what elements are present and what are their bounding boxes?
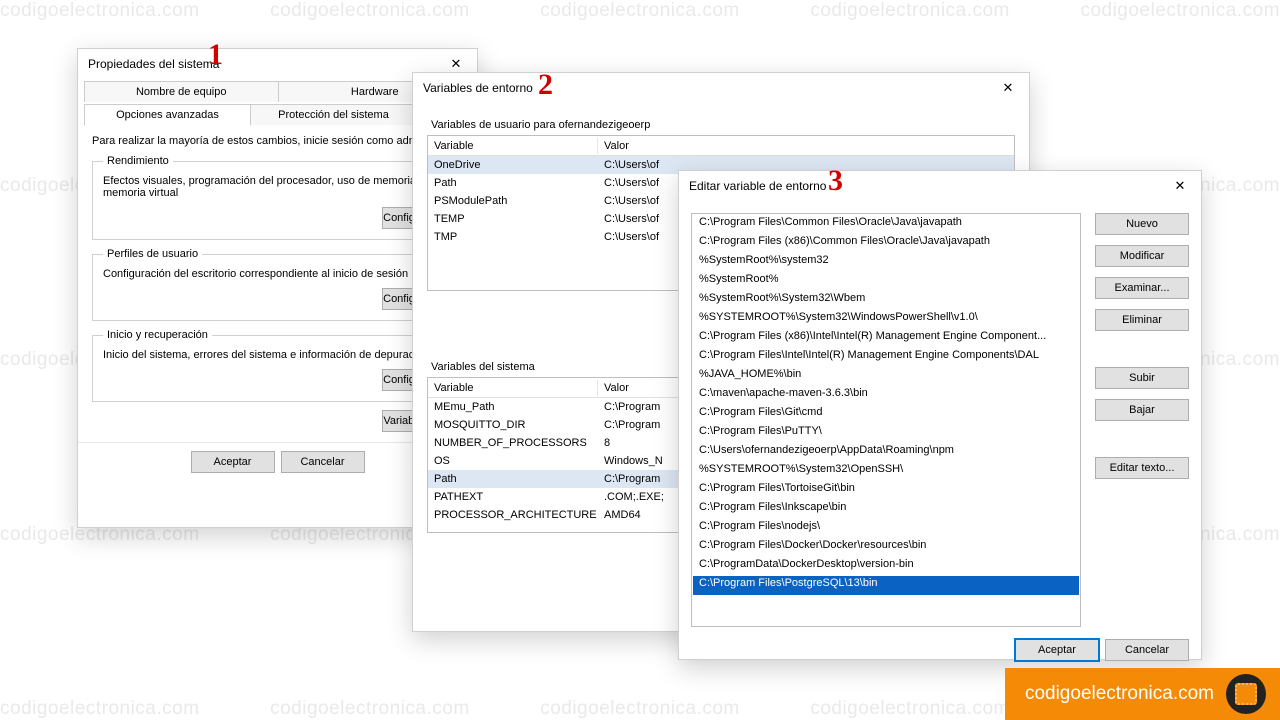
- startup-group: Inicio y recuperación Inicio del sistema…: [92, 329, 463, 402]
- close-icon[interactable]: ✕: [987, 73, 1029, 103]
- path-entry[interactable]: %SystemRoot%\System32\Wbem: [693, 291, 1079, 310]
- path-entry[interactable]: C:\Program Files\Git\cmd: [693, 405, 1079, 424]
- close-icon[interactable]: ✕: [1159, 171, 1201, 201]
- tab-computer-name[interactable]: Nombre de equipo: [84, 81, 279, 102]
- path-entry[interactable]: C:\Program Files\nodejs\: [693, 519, 1079, 538]
- move-down-button[interactable]: Bajar: [1095, 399, 1189, 421]
- path-entry[interactable]: C:\Program Files\TortoiseGit\bin: [693, 481, 1079, 500]
- dlg1-cancel-button[interactable]: Cancelar: [281, 451, 365, 473]
- dlg3-ok-button[interactable]: Aceptar: [1015, 639, 1099, 661]
- path-entry[interactable]: C:\Program Files\Docker\Docker\resources…: [693, 538, 1079, 557]
- dlg3-cancel-button[interactable]: Cancelar: [1105, 639, 1189, 661]
- tab-advanced[interactable]: Opciones avanzadas: [84, 104, 251, 126]
- annotation-2: 2: [538, 68, 553, 102]
- annotation-3: 3: [828, 164, 843, 198]
- admin-note: Para realizar la mayoría de estos cambio…: [92, 135, 463, 147]
- path-entry[interactable]: C:\Program Files (x86)\Intel\Intel(R) Ma…: [693, 329, 1079, 348]
- path-entry[interactable]: %JAVA_HOME%\bin: [693, 367, 1079, 386]
- path-entry[interactable]: C:\ProgramData\DockerDesktop\version-bin: [693, 557, 1079, 576]
- path-entry[interactable]: C:\Program Files\Intel\Intel(R) Manageme…: [693, 348, 1079, 367]
- path-entry[interactable]: %SystemRoot%: [693, 272, 1079, 291]
- performance-group: Rendimiento Efectos visuales, programaci…: [92, 155, 463, 240]
- annotation-1: 1: [208, 38, 223, 72]
- dlg3-titlebar: Editar variable de entorno ✕: [679, 171, 1201, 201]
- path-entry[interactable]: C:\maven\apache-maven-3.6.3\bin: [693, 386, 1079, 405]
- new-button[interactable]: Nuevo: [1095, 213, 1189, 235]
- dlg1-title: Propiedades del sistema: [88, 57, 219, 71]
- path-entry[interactable]: %SYSTEMROOT%\System32\WindowsPowerShell\…: [693, 310, 1079, 329]
- brand-corner: codigoelectronica.com: [1005, 668, 1280, 720]
- path-entry[interactable]: %SYSTEMROOT%\System32\OpenSSH\: [693, 462, 1079, 481]
- brand-text: codigoelectronica.com: [1025, 683, 1214, 705]
- edit-env-var-dialog: Editar variable de entorno ✕ C:\Program …: [678, 170, 1202, 660]
- list-header: Variable Valor: [428, 136, 1014, 156]
- profiles-group: Perfiles de usuario Configuración del es…: [92, 248, 463, 321]
- edit-text-button[interactable]: Editar texto...: [1095, 457, 1189, 479]
- path-entry[interactable]: C:\Users\ofernandezigeoerp\AppData\Roami…: [693, 443, 1079, 462]
- edit-button[interactable]: Modificar: [1095, 245, 1189, 267]
- path-entry[interactable]: %SystemRoot%\system32: [693, 253, 1079, 272]
- path-entry[interactable]: C:\Program Files\PostgreSQL\13\bin: [693, 576, 1079, 595]
- path-entry[interactable]: C:\Program Files\Common Files\Oracle\Jav…: [693, 215, 1079, 234]
- tab-protection[interactable]: Protección del sistema: [250, 104, 417, 125]
- dlg2-titlebar: Variables de entorno ✕: [413, 73, 1029, 103]
- dlg3-button-column: Nuevo Modificar Examinar... Eliminar Sub…: [1095, 213, 1189, 627]
- move-up-button[interactable]: Subir: [1095, 367, 1189, 389]
- dlg2-title: Variables de entorno: [423, 81, 533, 95]
- dlg1-ok-button[interactable]: Aceptar: [191, 451, 275, 473]
- brand-chip-icon: [1226, 674, 1266, 714]
- path-entry[interactable]: C:\Program Files (x86)\Common Files\Orac…: [693, 234, 1079, 253]
- path-entry[interactable]: C:\Program Files\PuTTY\: [693, 424, 1079, 443]
- user-vars-label: Variables de usuario para ofernandezigeo…: [427, 119, 1015, 131]
- path-entries-list[interactable]: C:\Program Files\Common Files\Oracle\Jav…: [691, 213, 1081, 627]
- delete-button[interactable]: Eliminar: [1095, 309, 1189, 331]
- path-entry[interactable]: C:\Program Files\Inkscape\bin: [693, 500, 1079, 519]
- browse-button[interactable]: Examinar...: [1095, 277, 1189, 299]
- dlg3-title: Editar variable de entorno: [689, 179, 826, 193]
